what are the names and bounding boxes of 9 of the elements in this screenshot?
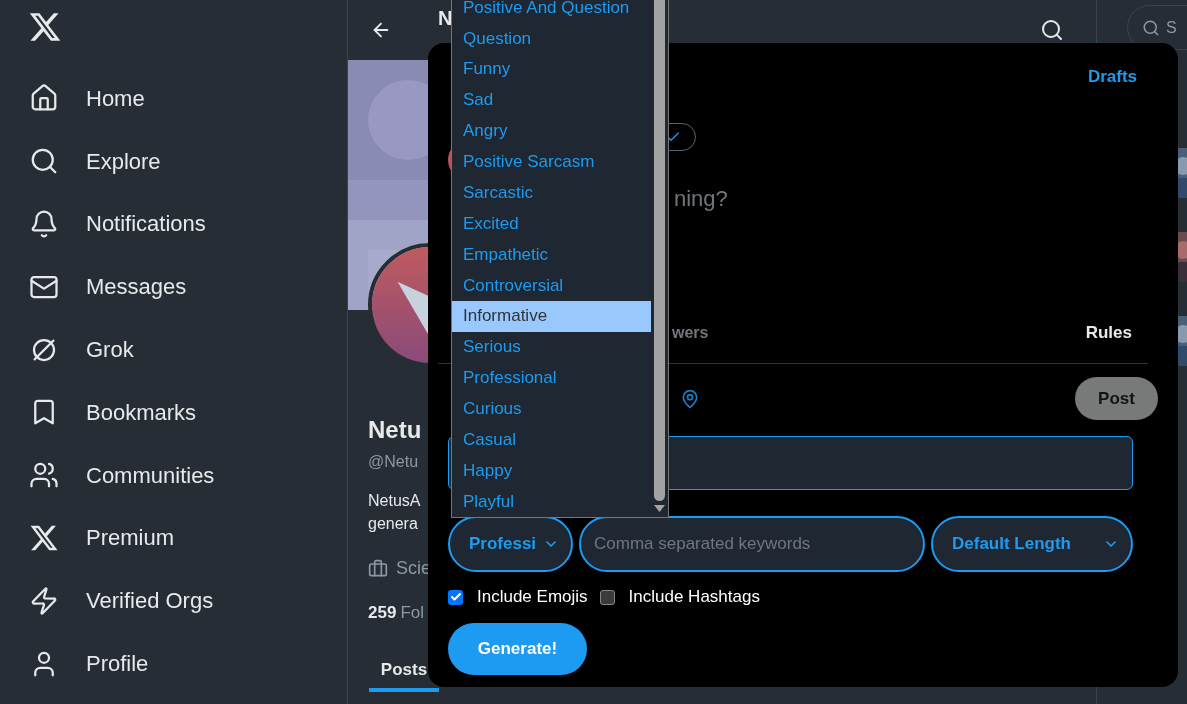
following-label: Fol	[400, 602, 424, 624]
checkbox-label: Include Hashtags	[628, 586, 760, 609]
profile-bio: genera	[368, 514, 418, 534]
profile-name: Netu	[368, 416, 422, 444]
following-count: 259	[368, 602, 397, 624]
profile-handle: @Netu	[368, 452, 419, 472]
checkbox-label: Include Emojis	[477, 586, 588, 609]
profile-bio: NetusA	[368, 491, 421, 511]
profile-title: N	[438, 6, 453, 31]
